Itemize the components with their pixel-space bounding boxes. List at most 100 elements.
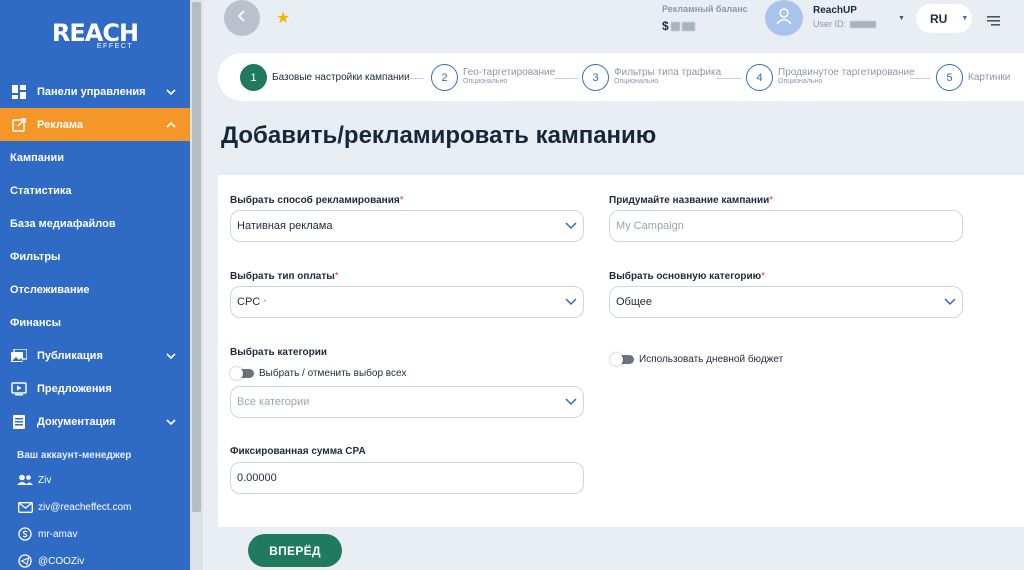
campaign-stepper: 1 Базовые настройки кампании 2 Гео-тарге… xyxy=(218,53,1024,101)
sidebar-item-label: Финансы xyxy=(10,316,62,329)
main-category-label-text: Выбрать основную категорию xyxy=(609,271,762,282)
sidebar-item-finance[interactable]: Финансы xyxy=(0,306,190,339)
username[interactable]: ReachUP xyxy=(813,5,857,16)
manager-name-text: Ziv xyxy=(38,474,52,486)
step-optional: Опционально xyxy=(614,78,659,85)
sidebar-item-publishing[interactable]: Публикация xyxy=(0,339,190,372)
sidebar-item-label: Реклама xyxy=(37,118,84,131)
manager-skype-text: mr-amav xyxy=(38,528,78,540)
main-category-label: Выбрать основную категорию* xyxy=(609,271,765,282)
ad-method-select[interactable]: Нативная реклама xyxy=(230,210,584,242)
main-category-value: Общее xyxy=(616,296,653,308)
caret-down-icon: ▼ xyxy=(961,15,969,22)
sidebar-item-label: Кампании xyxy=(10,151,65,164)
step-traffic-filters[interactable]: 3 Фильтры типа трафика Опционально xyxy=(582,64,721,91)
step-advanced-targeting[interactable]: 4 Продвинутое таргетирование Опционально xyxy=(746,64,915,91)
chevron-up-icon xyxy=(166,119,176,131)
select-all-label: Выбрать / отменить выбор всех xyxy=(259,368,407,379)
sidebar-item-filters[interactable]: Фильтры xyxy=(0,240,190,273)
manager-email[interactable]: ziv@reacheffect.com xyxy=(17,500,131,514)
daily-budget-toggle[interactable] xyxy=(610,353,634,366)
avatar[interactable] xyxy=(765,0,803,36)
chevron-down-icon xyxy=(166,350,176,362)
manager-name: Ziv xyxy=(17,473,51,487)
step-basic-settings[interactable]: 1 Базовые настройки кампании xyxy=(240,64,410,91)
balance-label: Рекламный баланс xyxy=(662,4,748,14)
step-connector xyxy=(717,78,741,79)
sidebar-item-campaigns[interactable]: Кампании xyxy=(0,141,190,174)
favorite-star-icon[interactable]: ★ xyxy=(276,8,290,28)
step-number: 2 xyxy=(431,64,458,91)
step-number: 1 xyxy=(240,64,267,91)
step-connector xyxy=(554,78,578,79)
payment-type-label-text: Выбрать тип оплаты xyxy=(230,271,335,282)
back-button[interactable] xyxy=(224,0,260,36)
campaign-name-label: Придумайте название кампании* xyxy=(609,195,773,206)
dashboard-icon xyxy=(10,83,27,100)
balance-redacted xyxy=(670,22,680,32)
sidebar-item-media-library[interactable]: База медиафайлов xyxy=(0,207,190,240)
step-number: 4 xyxy=(746,64,773,91)
step-title: Продвинутое таргетирование xyxy=(778,67,915,78)
user-menu-caret-icon[interactable]: ▼ xyxy=(898,15,905,22)
select-all-toggle[interactable] xyxy=(230,367,254,380)
main-category-select[interactable]: Общее xyxy=(609,286,963,318)
chevron-left-icon xyxy=(237,9,247,28)
sidebar-item-label: Панели управления xyxy=(37,85,146,98)
account-manager-title: Ваш аккаунт-менеджер xyxy=(17,450,132,461)
play-screen-icon xyxy=(10,380,27,397)
language-value: RU xyxy=(930,11,948,26)
step-title: Базовые настройки кампании xyxy=(272,72,410,83)
categories-select[interactable]: Все категории xyxy=(230,386,584,418)
sidebar-item-label: Фильтры xyxy=(10,250,61,263)
step-geo-targeting[interactable]: 2 Гео-таргетирование Опционально xyxy=(431,64,555,91)
user-id-redacted xyxy=(850,21,877,29)
balance-value: $ xyxy=(662,19,695,33)
mail-icon xyxy=(17,500,33,514)
manager-skype[interactable]: mr-amav xyxy=(17,527,77,541)
manager-telegram[interactable]: @COOZiv xyxy=(17,554,84,568)
sidebar-item-offers[interactable]: Предложения xyxy=(0,372,190,405)
step-images[interactable]: 5 Картинки xyxy=(936,64,1010,91)
image-gallery-icon xyxy=(10,347,27,364)
step-title: Картинки xyxy=(968,72,1011,83)
sidebar-item-label: Статистика xyxy=(10,184,72,197)
chevron-down-icon xyxy=(166,86,176,98)
ad-method-label-text: Выбрать способ рекламирования xyxy=(230,195,400,206)
sidebar-item-advertising[interactable]: Реклама xyxy=(0,108,190,141)
sidebar-item-dashboards[interactable]: Панели управления xyxy=(0,75,190,108)
required-mark: * xyxy=(761,271,766,282)
sidebar-item-label: Публикация xyxy=(37,349,103,362)
next-button[interactable]: ВПЕРЁД xyxy=(248,534,342,567)
sidebar-nav: Панели управления Реклама Кампании Стати… xyxy=(0,75,190,438)
campaign-name-input[interactable]: My Campaign xyxy=(609,210,963,242)
balance-redacted xyxy=(681,22,695,32)
sidebar-item-tracking[interactable]: Отслеживание xyxy=(0,273,190,306)
step-optional: Опционально xyxy=(778,78,823,85)
required-mark: * xyxy=(769,195,774,206)
payment-type-select[interactable]: CPC * xyxy=(230,286,584,318)
step-title: Фильтры типа трафика xyxy=(614,67,722,78)
payment-type-label: Выбрать тип оплаты* xyxy=(230,271,339,282)
language-select[interactable]: RU ▼ xyxy=(916,4,972,33)
scrollbar-thumb[interactable] xyxy=(192,2,201,512)
sidebar-item-documentation[interactable]: Документация xyxy=(0,405,190,438)
cpa-label: Фиксированная сумма CPA xyxy=(230,446,366,457)
telegram-icon xyxy=(17,554,33,568)
balance-currency: $ xyxy=(662,19,669,33)
required-mark: * xyxy=(399,195,404,206)
categories-placeholder: Все категории xyxy=(237,396,310,408)
sidebar-item-statistics[interactable]: Статистика xyxy=(0,174,190,207)
sidebar-scrollbar[interactable] xyxy=(190,0,203,570)
hamburger-menu-icon[interactable] xyxy=(987,13,1000,31)
logo-sub: EFFECT xyxy=(96,42,134,50)
user-id-label: User ID: xyxy=(813,19,847,29)
payment-type-value: CPC xyxy=(237,296,261,308)
campaign-name-label-text: Придумайте название кампании xyxy=(609,195,770,206)
cpa-input[interactable]: 0.00000 xyxy=(230,462,584,494)
brand-logo[interactable]: REACH EFFECT xyxy=(0,0,190,70)
user-id: User ID: xyxy=(813,19,877,29)
ad-method-label: Выбрать способ рекламирования* xyxy=(230,195,404,206)
daily-budget-label: Использовать дневной бюджет xyxy=(639,354,784,365)
external-link-icon xyxy=(10,116,27,133)
